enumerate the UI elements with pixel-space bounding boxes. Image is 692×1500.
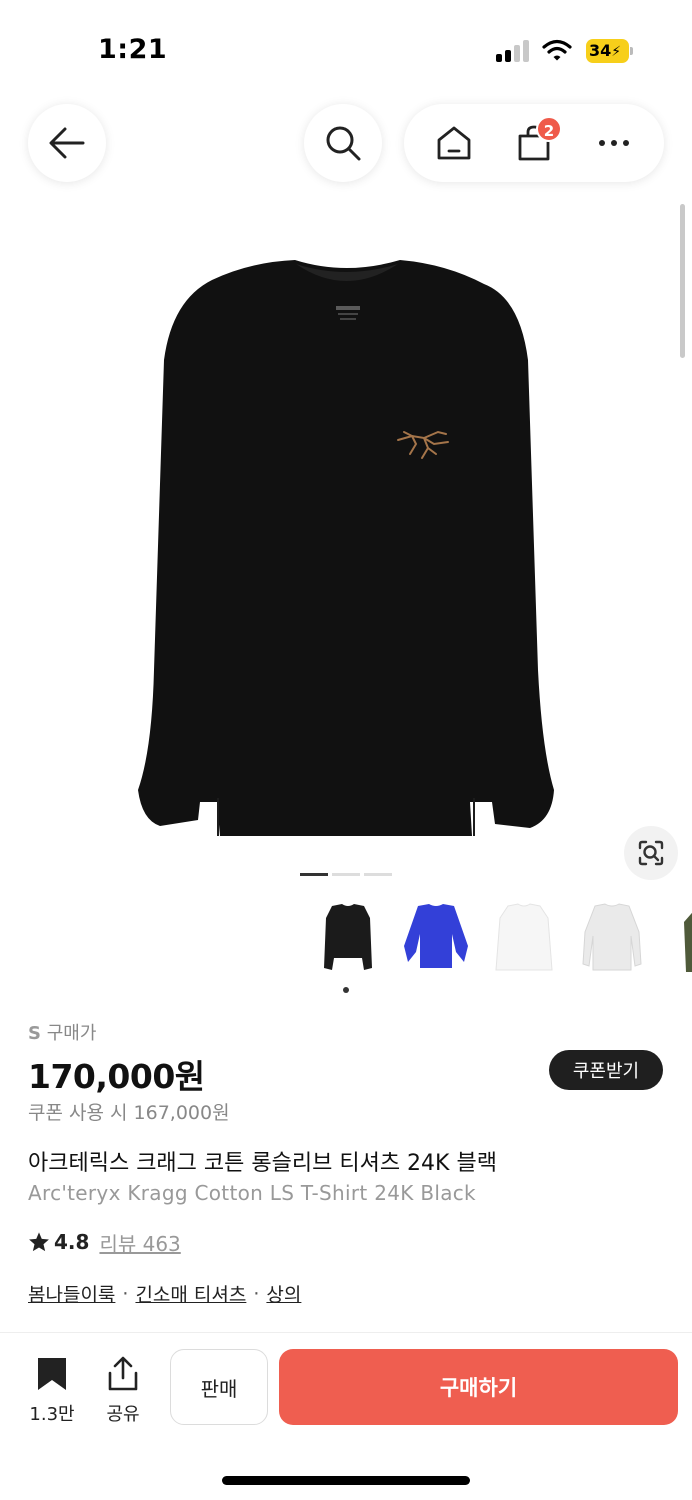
share-icon bbox=[108, 1356, 138, 1391]
home-indicator[interactable] bbox=[222, 1476, 470, 1485]
more-button[interactable] bbox=[584, 113, 644, 173]
review-link[interactable]: 리뷰 463 bbox=[99, 1228, 180, 1257]
category-separator: · bbox=[253, 1282, 260, 1305]
status-time: 1:21 bbox=[98, 34, 168, 65]
product-title-ko: 아크테릭스 크래그 코튼 롱슬리브 티셔츠 24K 블랙 bbox=[28, 1151, 497, 1176]
pager-dot bbox=[332, 873, 360, 876]
coupon-price: 쿠폰 사용 시 167,000원 bbox=[28, 1102, 230, 1124]
price-label: 구매가 bbox=[46, 1023, 97, 1044]
buy-button[interactable]: 구매하기 bbox=[279, 1349, 678, 1425]
thumbnail-blue[interactable] bbox=[398, 898, 474, 978]
category-link-tops[interactable]: 상의 bbox=[266, 1280, 301, 1307]
lens-scan-icon bbox=[638, 840, 664, 866]
category-link-spring-outing[interactable]: 봄나들이룩 bbox=[28, 1280, 115, 1307]
bookmark-icon bbox=[38, 1358, 66, 1390]
more-horizontal-icon bbox=[599, 140, 629, 146]
search-icon bbox=[326, 126, 361, 161]
battery-icon: 34⚡ bbox=[586, 39, 634, 63]
selected-size: S bbox=[28, 1023, 41, 1044]
cart-button[interactable]: 2 bbox=[504, 113, 564, 173]
status-bar: 1:21 34⚡ bbox=[0, 0, 692, 100]
arrow-left-icon bbox=[49, 127, 85, 159]
thumbnail-white[interactable] bbox=[486, 898, 562, 978]
home-icon bbox=[437, 126, 471, 160]
back-button[interactable] bbox=[28, 104, 106, 182]
size-price-label: S 구매가 bbox=[28, 1019, 96, 1045]
scrollbar[interactable] bbox=[680, 204, 685, 358]
top-actions-pill: 2 bbox=[404, 104, 664, 182]
home-button[interactable] bbox=[424, 113, 484, 173]
selected-thumbnail-indicator bbox=[343, 987, 349, 993]
star-icon bbox=[29, 1232, 49, 1252]
battery-level: 34 bbox=[589, 41, 612, 60]
share-button[interactable]: 공유 bbox=[93, 1356, 153, 1426]
save-button[interactable]: 1.3만 bbox=[22, 1356, 82, 1426]
category-tags: 봄나들이룩 · 긴소매 티셔츠 · 상의 bbox=[28, 1280, 301, 1307]
search-button[interactable] bbox=[304, 104, 382, 182]
get-coupon-button[interactable]: 쿠폰받기 bbox=[549, 1050, 663, 1090]
thumbnail-light-gray[interactable] bbox=[574, 898, 650, 978]
product-title-en: Arc'teryx Kragg Cotton LS T-Shirt 24K Bl… bbox=[28, 1181, 476, 1205]
save-count: 1.3만 bbox=[29, 1404, 75, 1425]
product-main-image[interactable] bbox=[120, 250, 572, 840]
product-price: 170,000원 bbox=[28, 1057, 205, 1096]
share-label: 공유 bbox=[106, 1404, 140, 1425]
pager-dot bbox=[364, 873, 392, 876]
rating-score: 4.8 bbox=[54, 1230, 90, 1254]
image-search-button[interactable] bbox=[624, 826, 678, 880]
color-thumbnails bbox=[310, 898, 692, 982]
image-pager bbox=[300, 873, 394, 877]
category-link-long-sleeve[interactable]: 긴소매 티셔츠 bbox=[135, 1280, 246, 1307]
thumbnail-olive[interactable] bbox=[662, 898, 692, 978]
thumbnail-black[interactable] bbox=[310, 898, 386, 978]
category-separator: · bbox=[122, 1282, 129, 1305]
cart-count-badge: 2 bbox=[536, 116, 562, 142]
pager-dot-active bbox=[300, 873, 328, 876]
cellular-signal-icon bbox=[496, 40, 532, 62]
wifi-icon bbox=[542, 38, 572, 62]
sell-button[interactable]: 판매 bbox=[170, 1349, 268, 1425]
product-rating: 4.8 리뷰 463 bbox=[28, 1228, 181, 1256]
